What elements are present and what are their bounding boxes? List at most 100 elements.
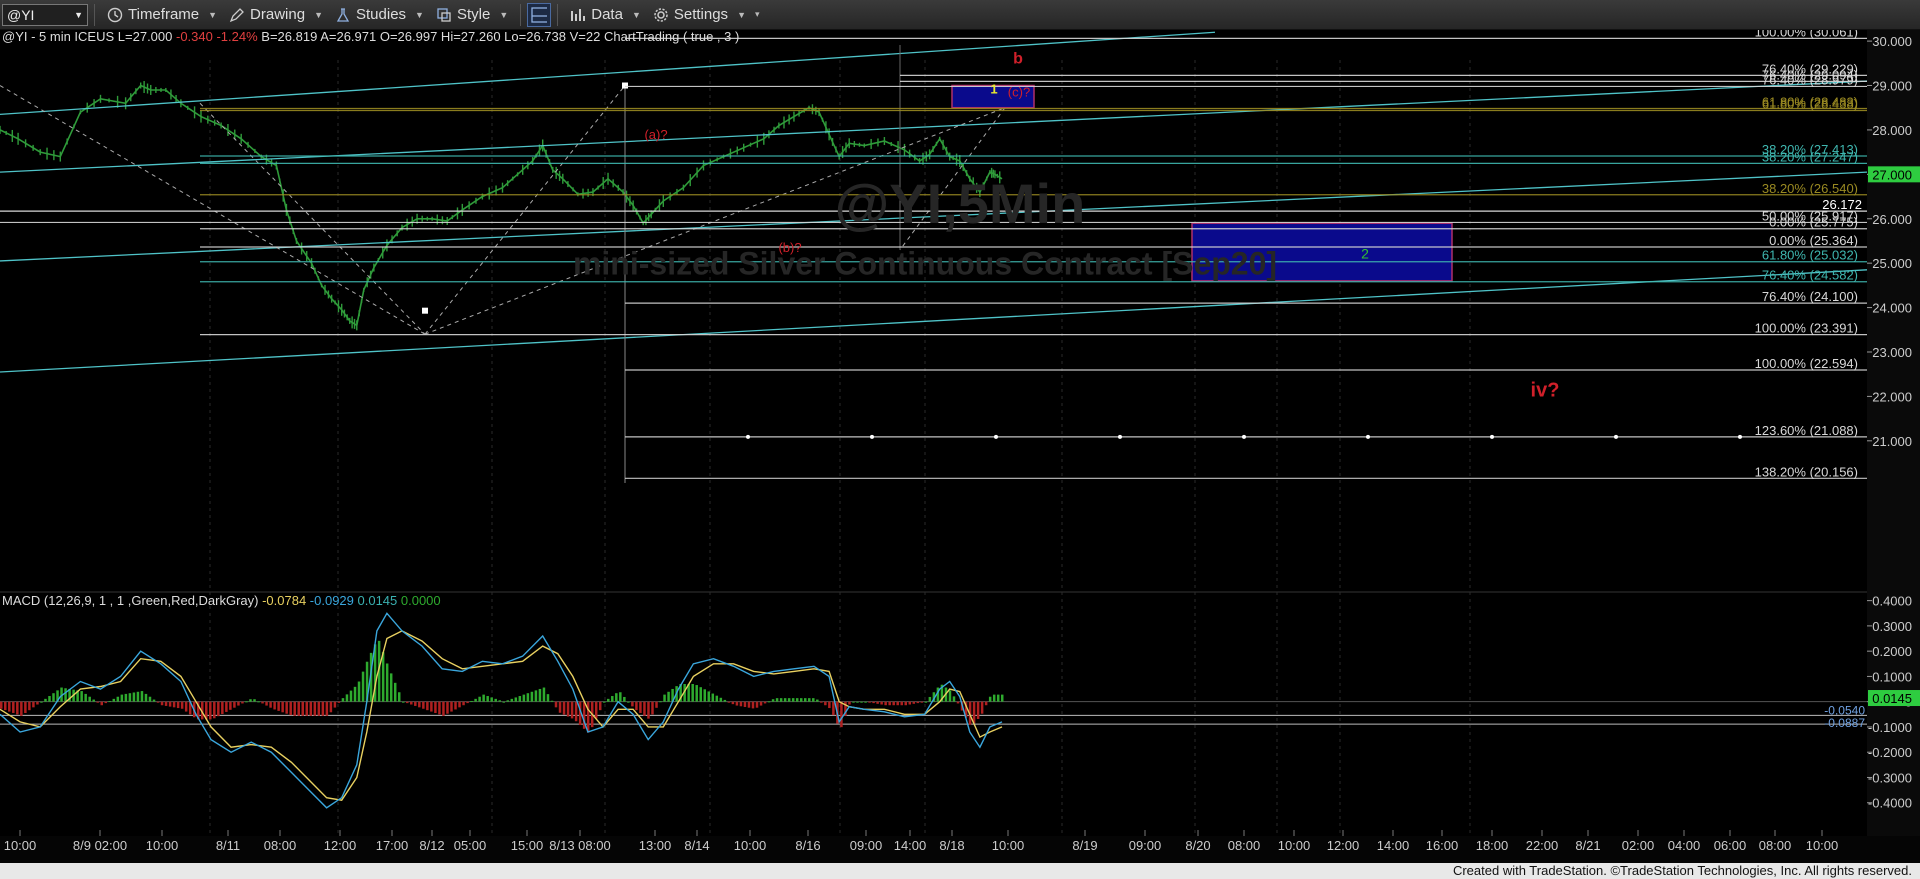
studies-label: Studies: [356, 6, 407, 23]
timeframe-label: Timeframe: [128, 6, 200, 23]
macd-histogram-bar: [799, 698, 803, 702]
macd-histogram-bar: [566, 701, 570, 717]
macd-histogram-bar: [293, 701, 296, 716]
style-menu[interactable]: Style ▼: [430, 6, 514, 23]
macd-histogram-bar: [615, 693, 618, 702]
macd-histogram-bar: [265, 701, 268, 706]
symbol-input[interactable]: @YI ▼: [2, 3, 88, 26]
macd-histogram-bar: [381, 652, 385, 702]
watermark-description: mini-sized Silver Continuous Contract [S…: [573, 245, 1277, 281]
macd-histogram-bar: [116, 696, 120, 702]
time-tick-label: 18:00: [1476, 838, 1509, 853]
macd-histogram-bar: [976, 701, 980, 720]
macd-histogram-bar: [530, 691, 534, 702]
macd-histogram-bar: [655, 701, 658, 708]
level-marker-dot: [1242, 434, 1246, 439]
macd-histogram-bar: [651, 701, 654, 715]
settings-label: Settings: [673, 6, 729, 23]
toolbar-separator: [557, 3, 559, 26]
macd-histogram-bar: [558, 701, 562, 713]
macd-histogram-bar: [269, 701, 272, 708]
studies-menu[interactable]: Studies ▼: [329, 6, 430, 23]
bar-chart-icon: [570, 7, 586, 23]
macd-histogram-bar: [393, 682, 397, 702]
macd-histogram-bar: [727, 701, 731, 703]
macd-tick-label: -0.4000: [1868, 796, 1912, 811]
macd-histogram-bar: [337, 701, 341, 703]
level-marker-dot: [746, 434, 750, 439]
macd-histogram-bar: [297, 701, 300, 716]
macd-histogram-bar: [984, 701, 988, 706]
macd-histogram-bar: [795, 698, 799, 702]
macd-tick-label: -0.2000: [1868, 745, 1912, 760]
macd-tick-label: -0.3000: [1868, 770, 1912, 785]
macd-tick-label: 0.4000: [1872, 594, 1912, 609]
flask-icon: [335, 7, 351, 23]
level-marker-dot: [1366, 434, 1370, 439]
macd-histogram-bar: [988, 696, 992, 702]
gear-icon: [653, 7, 669, 23]
macd-histogram-bar: [791, 698, 795, 702]
chevron-down-icon[interactable]: ▼: [74, 10, 83, 20]
time-tick-label: 8/19: [1072, 838, 1097, 853]
toolbar-separator: [520, 3, 522, 26]
macd-histogram-bar: [450, 701, 453, 712]
level-marker-dot: [870, 434, 874, 439]
drawing-menu[interactable]: Drawing ▼: [223, 6, 329, 23]
macd-histogram-bar: [144, 693, 148, 702]
macd-histogram-bar: [900, 701, 903, 706]
macd-histogram-bar: [152, 699, 156, 702]
price-chart[interactable]: 100.00% (30.061)76.40% (29.229)76.40% (2…: [0, 30, 1920, 863]
macd-histogram-bar: [912, 701, 916, 704]
macd-histogram-bar: [635, 701, 638, 711]
level-marker-dot: [994, 434, 998, 439]
toolbar-separator: [94, 3, 95, 26]
macd-histogram-bar: [277, 701, 280, 711]
macd-histogram-bar: [345, 694, 349, 702]
macd-histogram-bar: [462, 701, 465, 706]
price-tick-label: 28.000: [1872, 123, 1912, 138]
macd-histogram-bar: [0, 701, 3, 709]
data-menu[interactable]: Data ▼: [564, 6, 647, 23]
anchor-handle: [622, 82, 628, 89]
time-tick-label: 02:00: [1622, 838, 1655, 853]
macd-histogram-bar: [482, 694, 485, 702]
chevron-down-icon: ▼: [314, 9, 323, 20]
macd-histogram-bar: [261, 701, 264, 704]
settings-menu[interactable]: Settings ▼ ▾: [647, 6, 766, 23]
time-tick-label: 08:00: [264, 838, 297, 853]
macd-histogram-bar: [763, 701, 767, 704]
macd-histogram-bar: [237, 701, 240, 706]
macd-histogram-bar: [233, 701, 236, 708]
macd-histogram-bar: [44, 698, 47, 702]
price-tick-label: 25.000: [1872, 256, 1912, 271]
macd-histogram-bar: [972, 701, 976, 724]
macd-histogram-bar: [430, 701, 433, 712]
macd-histogram-bar: [490, 697, 493, 702]
macd-histogram-bar: [856, 701, 859, 703]
layout-icon: [531, 6, 548, 23]
macd-histogram-bar: [711, 693, 715, 702]
macd-histogram-bar: [289, 701, 292, 716]
overflow-icon[interactable]: ▾: [755, 9, 760, 20]
macd-histogram-bar: [759, 701, 763, 706]
macd-histogram-bar: [466, 701, 469, 704]
macd-histogram-bar: [667, 691, 670, 702]
macd-histogram-bar: [787, 698, 791, 702]
macd-histogram-bar: [458, 701, 461, 708]
wave-label-2: 1: [990, 82, 997, 97]
fib-level-label: 38.20% (27.247): [1762, 149, 1858, 164]
macd-histogram-bar: [385, 663, 389, 702]
macd-histogram-bar: [542, 687, 546, 702]
fib-level-label: 0.00% (25.775): [1769, 215, 1858, 230]
time-tick-label: 09:00: [850, 838, 883, 853]
macd-histogram-bar: [783, 698, 787, 702]
macd-histogram-bar: [329, 701, 333, 713]
macd-histogram-bar: [184, 701, 188, 712]
chart-layout-button[interactable]: [527, 2, 552, 27]
time-tick-label: 10:00: [992, 838, 1025, 853]
macd-histogram-bar: [164, 701, 168, 706]
timeframe-menu[interactable]: Timeframe ▼: [101, 6, 223, 23]
macd-histogram-bar: [948, 690, 952, 702]
macd-histogram-bar: [397, 692, 401, 702]
